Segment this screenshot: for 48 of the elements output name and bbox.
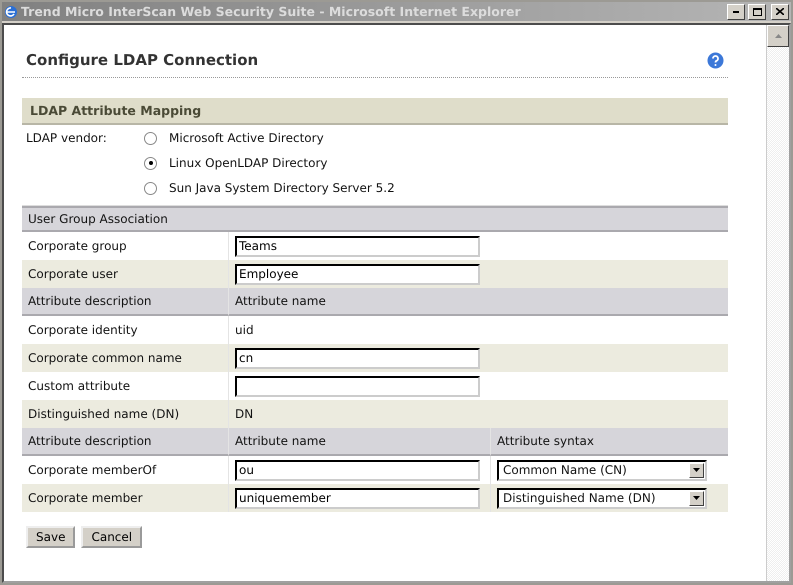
dropdown[interactable]: Common Name (CN) [497,460,707,480]
radio-button[interactable] [144,182,157,194]
field-label: Corporate memberOf [28,463,156,477]
scroll-up-button[interactable] [767,25,789,47]
close-icon [776,8,784,15]
field-label: Corporate group [28,239,127,253]
text-field[interactable]: Employee [235,264,480,284]
help-icon[interactable] [707,52,724,68]
field-value: uid [235,323,254,337]
maximize-icon [752,8,762,16]
field-label: Corporate identity [28,323,138,337]
dropdown-arrow-icon [693,468,700,472]
dropdown-arrow-icon [693,496,700,500]
text-field[interactable]: uniquemember [235,488,480,508]
scroll-up-icon [774,34,782,38]
field-label: Corporate member [28,491,142,505]
radio-button[interactable] [144,132,157,144]
text-field[interactable]: ou [235,460,480,480]
page-title: Configure LDAP Connection [26,51,258,69]
maximize-button[interactable] [748,4,766,20]
field-label: Corporate common name [28,351,182,365]
radio-label[interactable]: Linux OpenLDAP Directory [169,156,328,170]
column-header: Attribute name [235,294,326,308]
field-label: Custom attribute [28,379,130,393]
column-header: Attribute description [28,434,152,448]
close-button[interactable] [771,4,789,20]
save-button[interactable]: Save [26,526,76,548]
column-header: Attribute name [235,434,326,448]
field-label: Corporate user [28,267,118,281]
text-field[interactable]: cn [235,348,480,368]
radio-label[interactable]: Microsoft Active Directory [169,131,324,145]
radio-button[interactable] [144,156,157,170]
minimize-icon [733,10,739,12]
browser-logo-icon [4,4,18,18]
minimize-button[interactable] [727,4,745,20]
field-value: DN [235,407,254,421]
dropdown[interactable]: Distinguished Name (DN) [497,488,707,508]
text-field[interactable]: Teams [235,236,480,256]
column-header: Attribute description [28,294,152,308]
column-header: Attribute syntax [497,434,594,448]
field-label: LDAP vendor: [26,131,108,145]
cancel-button[interactable]: Cancel [81,526,142,548]
text-field[interactable] [235,376,480,396]
radio-label[interactable]: Sun Java System Directory Server 5.2 [169,181,395,195]
section-title: User Group Association [28,212,168,226]
section-header: LDAP Attribute Mapping [22,98,728,125]
field-label: Distinguished name (DN) [28,407,180,421]
window-title: Trend Micro InterScan Web Security Suite - Microsoft Internet Explorer [21,4,522,19]
